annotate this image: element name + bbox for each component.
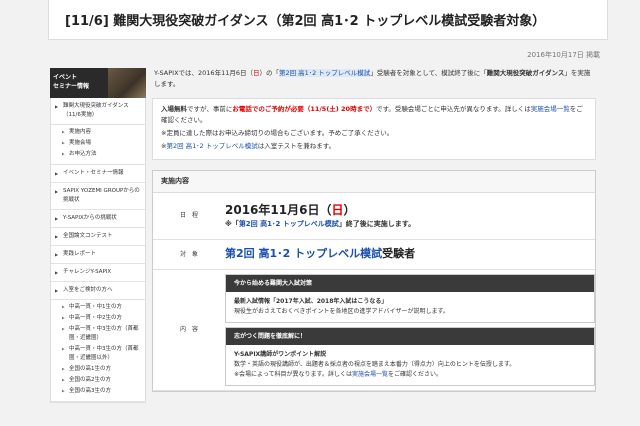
details-table: 日 程 2016年11月6日（日） ※「第2回 高1･2 トップレベル模試」終了…	[153, 193, 595, 391]
exam-link[interactable]: 第2回 高1･2 トップレベル模試	[166, 142, 257, 150]
date-cell: 2016年11月6日（日） ※「第2回 高1･2 トップレベル模試」終了後に実施…	[225, 193, 595, 240]
target-suffix: 受験者	[382, 247, 416, 260]
box1-line-1: 最新入試情報「2017年入試、2018年入試はこうなる」	[234, 297, 388, 305]
sidebar-banner[interactable]: イベント セミナー情報	[50, 68, 146, 98]
venue-list-link[interactable]: 実施会場一覧	[352, 371, 388, 378]
box2-text: ※会場によって科目が異なります。詳しくは	[234, 370, 352, 378]
sidebar-sub-koko-2[interactable]: 全国の高2生の方	[51, 375, 145, 386]
note-line-3: ※第2回 高1･2 トップレベル模試は入室テストを兼ねます。	[161, 141, 587, 152]
sidebar-sub-venues[interactable]: 実施会場	[51, 138, 145, 149]
box2-line-1: Y-SAPIX講師がワンポイント解説	[234, 350, 327, 358]
row-label-date: 日 程	[153, 193, 225, 240]
intro-part: Y-SAPIXでは、2016年11月6日（	[154, 69, 253, 77]
sidebar-item-essay-contest[interactable]: 全国論文コンテスト	[51, 228, 145, 246]
content-cell: 今から始める難関大入試対策 最新入試情報「2017年入試、2018年入試はこうな…	[225, 269, 595, 391]
venue-list-link[interactable]: 実施会場一覧	[531, 105, 570, 113]
note-line-2: ※定員に達した際はお申込み締切りの場合もございます。予めご了承ください。	[161, 129, 394, 137]
note-text: です。受験会場ごとに申込先が異なります。詳しくは	[376, 105, 531, 113]
sidebar-sub-koko-3[interactable]: 全国の高3生の方	[51, 386, 145, 397]
date-note-text: 」終了後に実施します。	[338, 219, 416, 228]
page-title: [11/6] 難関大現役突破ガイダンス（第2回 高1･2 トップレベル模試受験者…	[48, 0, 608, 40]
sidebar-item-guidance[interactable]: 難関大現役突破ガイダンス（11/6実施）	[51, 98, 145, 125]
note-text: ですが、事前に	[187, 105, 233, 113]
box2-line-3: ※会場によって科目が異なります。詳しくは実施会場一覧をご確認ください。	[234, 370, 586, 380]
sidebar-banner-label: イベント セミナー情報	[53, 74, 90, 90]
free-entry: 入場無料	[161, 105, 187, 113]
date-note-text: ※「	[225, 219, 239, 228]
event-name: 難関大現役突破ガイダンス	[486, 69, 565, 77]
target-exam: 第2回 高1･2 トップレベル模試	[225, 247, 383, 260]
sidebar-item-challenge-ysapix[interactable]: チャレンジY-SAPIX	[51, 264, 145, 282]
sidebar-sub-content[interactable]: 実施内容	[51, 127, 145, 138]
sidebar-sub-chuko-2[interactable]: 中高一貫・中2生の方	[51, 313, 145, 324]
sidebar-sub-koko-1[interactable]: 全国の高1生の方	[51, 364, 145, 375]
sidebar-item-report[interactable]: 実践レポート	[51, 246, 145, 264]
details-section: 実施内容 日 程 2016年11月6日（日） ※「第2回 高1･2 トップレベル…	[152, 170, 596, 392]
content-box-1-head: 今から始める難関大入試対策	[226, 274, 594, 292]
publish-date: 2016年10月17日 掲載	[527, 51, 600, 59]
sidebar-subgroup-guidance: 実施内容 実施会場 お申込方法	[51, 125, 145, 165]
row-content: 内 容 今から始める難関大入試対策 最新入試情報「2017年入試、2018年入試…	[153, 269, 595, 391]
note-line-1: 入場無料ですが、事前にお電話でのご予約が必要（11/5(土) 20時まで）です。…	[161, 104, 587, 126]
content-box-2: 志がつく問題を徹底解に！ Y-SAPIX講師がワンポイント解説 数学・英語の現役…	[225, 326, 595, 386]
date-day: 日	[331, 202, 344, 217]
content-box-1: 今から始める難関大入試対策 最新入試情報「2017年入試、2018年入試はこうな…	[225, 273, 595, 323]
row-date: 日 程 2016年11月6日（日） ※「第2回 高1･2 トップレベル模試」終了…	[153, 193, 595, 240]
date-text: 2016年11月6日（	[225, 202, 332, 217]
intro-text: Y-SAPIXでは、2016年11月6日（日）の「第2回 高1･2 トップレベル…	[152, 68, 596, 90]
reservation-required: お電話でのご予約が必要（11/5(土) 20時まで）	[232, 105, 377, 113]
date-text: ）	[343, 202, 356, 217]
sidebar-item-sapix-yozemi-challenge[interactable]: SAPIX YOZEMI GROUPからの挑戦状	[51, 183, 145, 210]
exam-link[interactable]: 第2回 高1･2 トップレベル模試	[239, 220, 339, 228]
sidebar-sub-chuko-3-metro[interactable]: 中高一貫・中3生の方（首都圏・近畿圏）	[51, 324, 145, 344]
sidebar-item-events[interactable]: イベント・セミナー情報	[51, 165, 145, 183]
sidebar-list: 難関大現役突破ガイダンス（11/6実施） 実施内容 実施会場 お申込方法 イベン…	[50, 98, 146, 403]
content-box-2-head: 志がつく問題を徹底解に！	[226, 327, 594, 345]
exam-link[interactable]: 第2回 高1･2 トップレベル模試	[278, 69, 371, 77]
box2-line-2: 数学・英語の現役講師が、出題者＆採点者の視点を踏まえ本番力（得点力）向上のヒント…	[234, 360, 516, 368]
notes-box: 入場無料ですが、事前にお電話でのご予約が必要（11/5(土) 20時まで）です。…	[152, 98, 596, 160]
note-text: は入室テストを兼ねます。	[257, 142, 336, 150]
row-label-target: 対 象	[153, 239, 225, 270]
sidebar-subgroup-admission: 中高一貫・中1生の方 中高一貫・中2生の方 中高一貫・中3生の方（首都圏・近畿圏…	[51, 300, 145, 402]
intro-part: ）の「	[259, 69, 279, 77]
row-label-content: 内 容	[153, 269, 225, 391]
target-cell: 第2回 高1･2 トップレベル模試受験者	[225, 239, 595, 270]
row-target: 対 象 第2回 高1･2 トップレベル模試受験者	[153, 239, 595, 270]
sidebar-sub-chuko-3-other[interactable]: 中高一貫・中3生の方（首都圏・近畿圏以外）	[51, 344, 145, 364]
content-box-2-body: Y-SAPIX講師がワンポイント解説 数学・英語の現役講師が、出題者＆採点者の視…	[226, 345, 594, 385]
event-date: 2016年11月6日（日）	[225, 202, 595, 218]
content-box-1-body: 最新入試情報「2017年入試、2018年入試はこうなる」 現役生がおさえておくべ…	[226, 292, 594, 322]
box1-line-2: 現役生がおさえておくべきポイントを各地区の進学アドバイザーが説明します。	[234, 307, 449, 315]
sidebar-item-ysapix-challenge[interactable]: Y-SAPIXからの挑戦状	[51, 210, 145, 228]
main-content: Y-SAPIXでは、2016年11月6日（日）の「第2回 高1･2 トップレベル…	[152, 68, 596, 392]
sidebar-sub-apply[interactable]: お申込方法	[51, 149, 145, 160]
sidebar: イベント セミナー情報 難関大現役突破ガイダンス（11/6実施） 実施内容 実施…	[50, 68, 146, 403]
sidebar-sub-chuko-1[interactable]: 中高一貫・中1生の方	[51, 302, 145, 313]
box2-text: をご確認ください。	[387, 370, 442, 378]
date-note: ※「第2回 高1･2 トップレベル模試」終了後に実施します。	[225, 218, 595, 230]
banner-image	[108, 68, 146, 98]
section-heading: 実施内容	[153, 171, 595, 193]
intro-part: 」受験者を対象として、模試終了後に「	[370, 69, 487, 77]
target-text: 第2回 高1･2 トップレベル模試受験者	[225, 246, 595, 262]
sidebar-item-admission[interactable]: 入室をご検討の方へ	[51, 282, 145, 300]
